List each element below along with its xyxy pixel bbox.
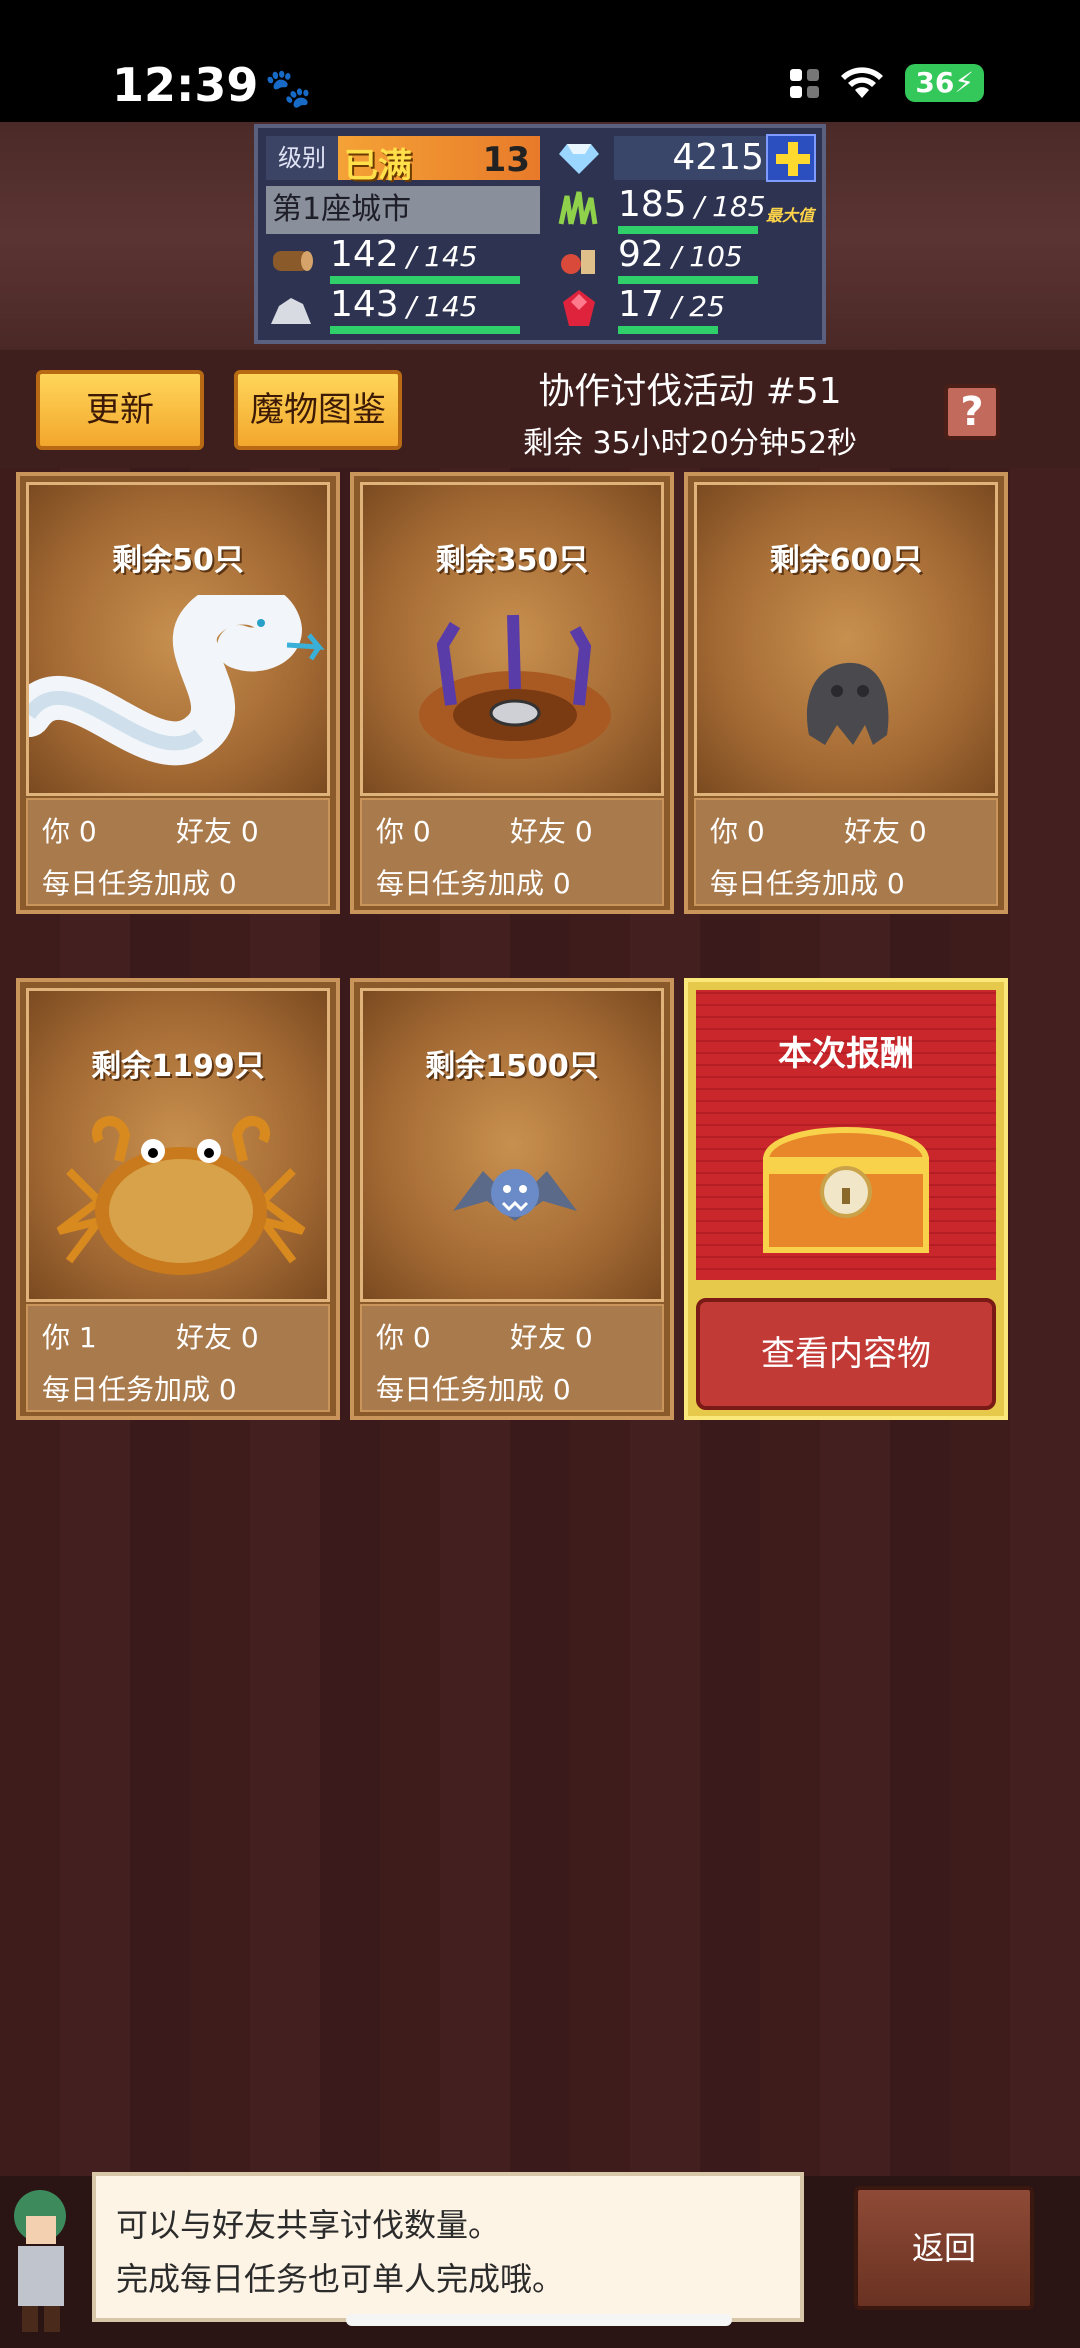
- friend-count: 好友 0: [176, 1321, 259, 1354]
- food-resource: 92/105: [618, 234, 818, 284]
- level-max: 已满: [344, 146, 412, 186]
- you-count: 你 0: [376, 815, 431, 848]
- battery-indicator: 36⚡: [905, 64, 984, 102]
- wood-icon: [266, 238, 316, 282]
- grass-resource: 185/185 最大值: [618, 184, 818, 234]
- event-timer: 剩余 35小时20分钟52秒: [522, 426, 858, 461]
- level-number: 13: [482, 140, 530, 180]
- remaining-count: 剩余350只: [435, 543, 589, 578]
- crab-icon: [29, 1101, 327, 1301]
- friend-count: 好友 0: [510, 1321, 593, 1354]
- you-count: 你 1: [42, 1321, 97, 1354]
- monster-card[interactable]: 剩余50只 你 0 好友 0 每日任务加成 0: [7, 472, 340, 914]
- treasure-chest-icon: [762, 1127, 930, 1253]
- status-time: 12:39 🐾: [112, 58, 312, 112]
- ruby-resource: 17/25: [618, 284, 818, 334]
- reward-card: 本次报酬 查看内容物: [684, 978, 1008, 1420]
- pit-trap-icon: [363, 595, 661, 795]
- view-contents-button[interactable]: 查看内容物: [696, 1298, 996, 1410]
- daily-bonus: 每日任务加成 0: [376, 1373, 571, 1406]
- gem-count: 4215: [614, 136, 772, 180]
- food-icon: [554, 238, 604, 282]
- npc-avatar: [14, 2190, 66, 2332]
- refresh-button[interactable]: 更新: [36, 370, 204, 450]
- rock-golem-icon: [697, 595, 995, 795]
- ruby-icon: [554, 288, 604, 332]
- monster-card[interactable]: 剩余1199只 你 1 好友 0 每日任务加成 0: [16, 978, 340, 1420]
- daily-bonus: 每日任务加成 0: [42, 867, 237, 900]
- dialog-line-2: 完成每日任务也可单人完成哦。: [116, 2260, 565, 2298]
- home-indicator[interactable]: [346, 2314, 732, 2326]
- level-box: 已满 13: [338, 136, 540, 186]
- ore-icon: [266, 288, 316, 332]
- stats-panel: 级别 已满 13 4215 第1座城市 185/185 最大值 142/145 …: [254, 124, 826, 344]
- monster-card[interactable]: 剩余350只 你 0 好友 0 每日任务加成 0: [350, 472, 674, 914]
- city-name: 第1座城市: [266, 186, 540, 234]
- bestiary-button[interactable]: 魔物图鉴: [234, 370, 402, 450]
- monster-card[interactable]: 剩余600只 你 0 好友 0 每日任务加成 0: [684, 472, 1008, 914]
- signal-icon: [790, 68, 820, 98]
- back-button[interactable]: 返回: [854, 2186, 1034, 2310]
- friend-count: 好友 0: [176, 815, 259, 848]
- remaining-count: 剩余1500只: [425, 1049, 599, 1084]
- you-count: 你 0: [42, 815, 97, 848]
- event-title: 协作讨伐活动 #51: [538, 371, 842, 412]
- remaining-count: 剩余1199只: [91, 1049, 265, 1084]
- grass-icon: [554, 186, 604, 230]
- remaining-count: 剩余50只: [112, 543, 244, 578]
- daily-bonus: 每日任务加成 0: [376, 867, 571, 900]
- bat-icon: [363, 1101, 661, 1301]
- wood-resource: 142/145: [330, 234, 540, 284]
- wifi-icon: [841, 67, 884, 98]
- help-button[interactable]: ?: [944, 384, 1000, 440]
- level-label: 级别: [266, 136, 338, 180]
- daily-bonus: 每日任务加成 0: [710, 867, 905, 900]
- monster-card[interactable]: 剩余1500只 你 0 好友 0 每日任务加成 0: [350, 978, 674, 1420]
- dialog-line-1: 可以与好友共享讨伐数量。: [116, 2206, 501, 2244]
- paw-icon: 🐾: [264, 66, 312, 110]
- max-tag: 最大值: [765, 206, 814, 225]
- diamond-icon: [554, 136, 604, 180]
- dialog-box: 可以与好友共享讨伐数量。 完成每日任务也可单人完成哦。: [92, 2172, 804, 2322]
- reward-title: 本次报酬: [778, 1034, 914, 1074]
- add-gems-button[interactable]: [766, 134, 816, 182]
- friend-count: 好友 0: [510, 815, 593, 848]
- daily-bonus: 每日任务加成 0: [42, 1373, 237, 1406]
- ore-resource: 143/145: [330, 284, 540, 334]
- you-count: 你 0: [376, 1321, 431, 1354]
- friend-count: 好友 0: [844, 815, 927, 848]
- white-snake-icon: [7, 580, 327, 795]
- you-count: 你 0: [710, 815, 765, 848]
- remaining-count: 剩余600只: [769, 543, 923, 578]
- status-bar: 12:39 🐾 36⚡: [0, 0, 1080, 122]
